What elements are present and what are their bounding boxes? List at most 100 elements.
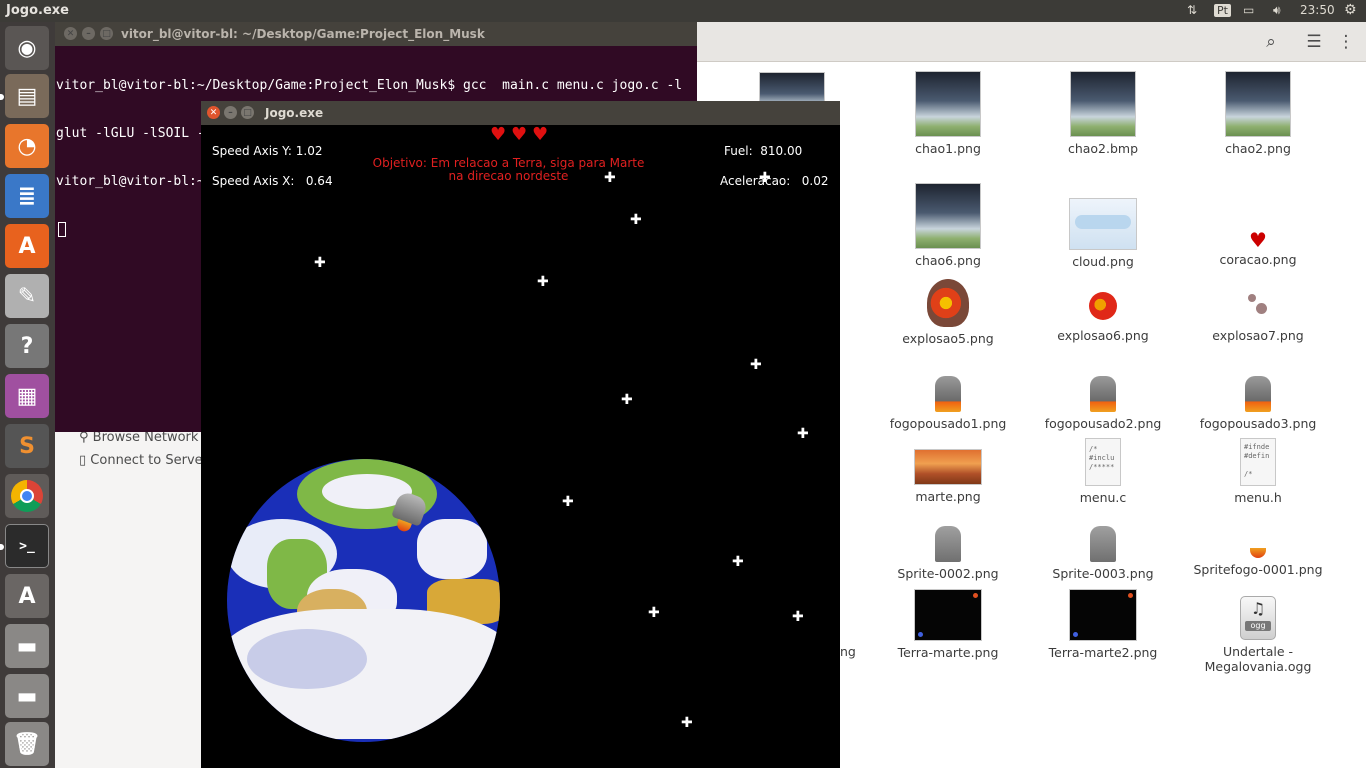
sidebar-connect-server[interactable]: ▯ Connect to Server: [79, 453, 208, 468]
help-icon[interactable]: ?: [5, 324, 49, 368]
space-thumbnail: [914, 589, 982, 641]
file-item[interactable]: Sprite-0002.png: [873, 526, 1023, 581]
battery-icon[interactable]: ▭: [1243, 3, 1254, 17]
game-titlebar[interactable]: ✕ – □ Jogo.exe: [201, 101, 840, 125]
files-icon[interactable]: ▤: [5, 74, 49, 118]
drive-icon[interactable]: ▬: [5, 624, 49, 668]
software-center-icon[interactable]: A: [5, 224, 49, 268]
image-thumbnail: [1225, 71, 1291, 137]
menu-icon[interactable]: ⋮: [1333, 28, 1359, 56]
fuel-readout: Fuel: 810.00: [724, 144, 802, 158]
close-icon[interactable]: ✕: [64, 27, 77, 40]
ogg-badge: ogg: [1245, 621, 1271, 631]
network-icon[interactable]: ⇅: [1187, 3, 1197, 17]
star: ✚: [630, 212, 642, 228]
space-thumbnail: [1069, 589, 1137, 641]
sublime-text-icon[interactable]: S: [5, 424, 49, 468]
chrome-icon[interactable]: [5, 474, 49, 518]
file-name: Undertale - Megalovania.ogg: [1204, 644, 1312, 674]
file-item[interactable]: fogopousado2.png: [1028, 376, 1178, 431]
terminal-titlebar[interactable]: ✕ – □ vitor_bl@vitor-bl: ~/Desktop/Game:…: [55, 22, 697, 46]
star: ✚: [750, 357, 762, 373]
file-item[interactable]: chao2.png: [1183, 71, 1333, 156]
sidebar-browse-network[interactable]: ⚲ Browse Network: [79, 430, 198, 445]
file-item[interactable]: ♥ coracao.png: [1183, 230, 1333, 267]
file-name: explosao5.png: [902, 331, 994, 346]
terminal-cursor: [58, 222, 66, 237]
minimize-icon[interactable]: –: [224, 106, 237, 119]
file-item[interactable]: explosao7.png: [1183, 294, 1333, 343]
top-panel: Jogo.exe ⇅ Pt ▭ 🔊︎ 23:50 ⚙: [0, 0, 1366, 22]
star: ✚: [797, 426, 809, 442]
file-item[interactable]: /* #inclu /***** menu.c: [1028, 438, 1178, 505]
speed-x-readout: Speed Axis X: 0.64: [212, 174, 333, 188]
file-item[interactable]: Terra-marte.png: [873, 589, 1023, 660]
file-item[interactable]: Terra-marte2.png: [1028, 589, 1178, 660]
search-icon[interactable]: ⌕: [1255, 28, 1287, 56]
view-list-icon[interactable]: ☰: [1298, 28, 1330, 56]
source-file-icon: /* #inclu /*****: [1085, 438, 1121, 486]
fuel-value: 810.00: [760, 144, 803, 158]
file-item[interactable]: Sprite-0003.png: [1028, 526, 1178, 581]
speed-y-value: 1.02: [295, 144, 323, 158]
file-name: chao1.png: [915, 141, 981, 156]
minimize-icon[interactable]: –: [82, 27, 95, 40]
firefox-icon[interactable]: ◔: [5, 124, 49, 168]
maximize-icon[interactable]: □: [241, 106, 254, 119]
terminal-icon[interactable]: >_: [5, 524, 49, 568]
file-item[interactable]: cloud.png: [1028, 198, 1178, 269]
file-name: menu.c: [1079, 490, 1127, 505]
file-item[interactable]: #ifnde #defin /* menu.h: [1183, 438, 1333, 505]
file-item[interactable]: fogopousado1.png: [873, 376, 1023, 431]
game-title: Jogo.exe: [265, 106, 324, 120]
ubuntu-dash-icon[interactable]: ◉: [5, 26, 49, 70]
trash-icon[interactable]: 🗑︎: [5, 722, 49, 766]
file-name: fogopousado3.png: [1199, 416, 1317, 431]
heart-icon: ♥: [1249, 228, 1267, 252]
file-item[interactable]: Spritefogo-0001.png: [1183, 548, 1333, 577]
terminal-line: vitor_bl@vitor-bl:~/Desktop/Game:Project…: [56, 78, 683, 93]
earth-planet: [227, 459, 500, 742]
game-window[interactable]: ✕ – □ Jogo.exe ♥ ♥ ♥ Speed Axis Y: 1.02 Sp…: [201, 101, 840, 768]
star: ✚: [732, 554, 744, 570]
maximize-icon[interactable]: □: [100, 27, 113, 40]
file-item[interactable]: fogopousado3.png: [1183, 376, 1333, 431]
star: ✚: [792, 609, 804, 625]
game-canvas[interactable]: ♥ ♥ ♥ Speed Axis Y: 1.02 Speed Axis X: 0.6…: [201, 125, 840, 768]
drive-icon[interactable]: ▬: [5, 674, 49, 718]
file-item[interactable]: chao2.bmp: [1028, 71, 1178, 156]
file-item[interactable]: ♫ ogg Undertale - Megalovania.ogg: [1183, 596, 1333, 674]
keyboard-layout-indicator[interactable]: Pt: [1214, 4, 1231, 17]
file-name: Sprite-0003.png: [1052, 566, 1154, 581]
file-item[interactable]: explosao6.png: [1028, 292, 1178, 343]
star: ✚: [314, 255, 326, 271]
star: ✚: [648, 605, 660, 621]
lander-sprite-thumbnail: [935, 526, 961, 562]
heart-icon: ♥: [490, 125, 507, 145]
system-gear-icon[interactable]: ⚙: [1344, 2, 1357, 18]
star: ✚: [759, 170, 771, 186]
file-item[interactable]: marte.png: [873, 449, 1023, 504]
file-name: fogopousado1.png: [889, 416, 1007, 431]
libreoffice-writer-icon[interactable]: ≣: [5, 174, 49, 218]
workspace-icon[interactable]: ▦: [5, 374, 49, 418]
file-item[interactable]: chao6.png: [873, 183, 1023, 268]
volume-icon[interactable]: 🔊︎: [1273, 3, 1281, 18]
lander-sprite-thumbnail: [1245, 376, 1271, 412]
system-settings-icon[interactable]: ✎: [5, 274, 49, 318]
fuel-label: Fuel:: [724, 144, 753, 158]
file-item[interactable]: explosao5.png: [873, 279, 1023, 346]
file-name: chao2.bmp: [1067, 141, 1139, 156]
speed-x-label: Speed Axis X:: [212, 174, 295, 188]
close-icon[interactable]: ✕: [207, 106, 220, 119]
star: ✚: [562, 494, 574, 510]
software-updater-icon[interactable]: A: [5, 574, 49, 618]
file-name: chao6.png: [915, 253, 981, 268]
speed-x-value: 0.64: [305, 174, 333, 188]
terminal-title: vitor_bl@vitor-bl: ~/Desktop/Game:Projec…: [121, 27, 485, 41]
header-file-icon: #ifnde #defin /*: [1240, 438, 1276, 486]
clock[interactable]: 23:50: [1300, 3, 1335, 17]
mars-thumbnail: [914, 449, 982, 485]
file-item[interactable]: chao1.png: [873, 71, 1023, 156]
file-name: coracao.png: [1219, 252, 1297, 267]
